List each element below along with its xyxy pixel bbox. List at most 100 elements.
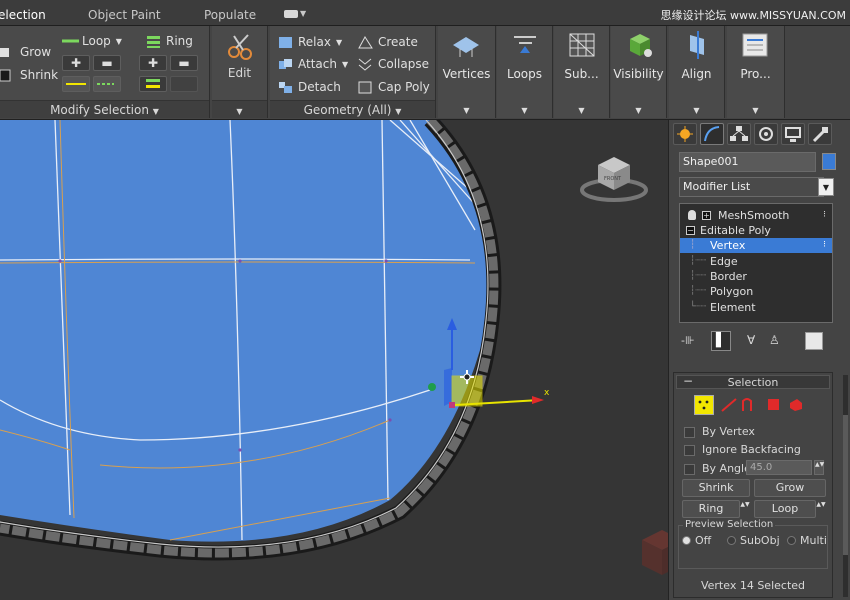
edit-footer[interactable]: ▼ — [212, 100, 267, 118]
properties-button[interactable]: Pro... ▼ — [727, 26, 785, 118]
ignore-backfacing-checkbox[interactable] — [684, 445, 695, 456]
edit-panel[interactable]: Edit ▼ — [212, 26, 268, 118]
create-tab-icon[interactable] — [673, 123, 697, 145]
expand-icon[interactable]: + — [702, 211, 711, 220]
command-panel-scrollbar[interactable] — [843, 375, 848, 597]
tab-selection[interactable]: election — [0, 8, 46, 22]
scrollbar-thumb[interactable] — [843, 415, 848, 555]
relax-button[interactable]: Relax ▼ — [278, 35, 342, 49]
stack-item-edge[interactable]: ┆┈┈ Edge — [680, 254, 832, 269]
preview-multi-radio[interactable] — [787, 536, 796, 545]
stack-item-vertex[interactable]: ┆ Vertex ⁝ — [680, 238, 832, 253]
configure-sets-icon[interactable] — [805, 332, 823, 350]
perspective-viewport[interactable]: FRONT x — [0, 120, 668, 600]
remove-modifier-icon[interactable]: ♙ — [769, 333, 780, 347]
edit-label: Edit — [227, 66, 252, 80]
modifier-list-dropdown[interactable]: Modifier List — [679, 177, 824, 197]
subdivision-button[interactable]: Sub... ▼ — [554, 26, 610, 118]
by-vertex-checkbox[interactable] — [684, 427, 695, 438]
lightbulb-icon[interactable] — [688, 210, 696, 220]
element-mode-icon[interactable] — [788, 397, 804, 413]
grow-icon — [0, 46, 15, 59]
cap-poly-button[interactable]: Cap Poly — [358, 80, 430, 94]
vertices-button[interactable]: Vertices ▼ — [438, 26, 496, 118]
preview-selection-group: Preview Selection Off SubObj Multi — [678, 519, 828, 569]
align-icon — [690, 31, 704, 59]
tab-populate[interactable]: Populate — [204, 8, 256, 22]
preview-off-radio[interactable] — [682, 536, 691, 545]
pin-stack-icon[interactable]: -⊪ — [681, 334, 701, 350]
collapse-button[interactable]: Collapse — [358, 57, 429, 71]
ring-spinner[interactable]: ▲▼ — [740, 501, 750, 517]
collapse-icon[interactable]: − — [686, 226, 695, 235]
modify-tab-icon[interactable] — [700, 123, 724, 145]
selection-rollout-header[interactable]: − Selection — [676, 374, 830, 389]
loops-button[interactable]: Loops ▼ — [497, 26, 553, 118]
display-tab-icon[interactable] — [781, 123, 805, 145]
stack-item-editable-poly[interactable]: − Editable Poly — [680, 223, 832, 238]
stack-item-polygon[interactable]: ┆┈┈ Polygon — [680, 284, 832, 299]
geometry-footer[interactable]: Geometry (All) ▼ — [270, 100, 435, 118]
tab-object-paint[interactable]: Object Paint — [88, 8, 161, 22]
ring-grow-button[interactable]: ✚ — [139, 55, 167, 71]
loop-selection-button[interactable]: Loop — [754, 500, 816, 518]
hierarchy-tab-icon[interactable] — [727, 123, 751, 145]
shrink-icon — [0, 69, 15, 82]
grow-selection-button[interactable]: Grow — [754, 479, 826, 497]
loop-dropdown-icon[interactable]: ▼ — [116, 37, 122, 46]
loop-grow-button[interactable]: ✚ — [62, 55, 90, 71]
viewport-canvas[interactable]: FRONT x — [0, 120, 668, 600]
chevron-down-icon[interactable]: ▼ — [300, 9, 306, 18]
edge-mode-icon[interactable] — [720, 397, 738, 413]
ring-button[interactable]: Ring — [146, 34, 193, 48]
stack-toolbar: -⊪ ▌ ∀ ♙ — [677, 330, 841, 354]
vertex-mode-icon[interactable] — [694, 395, 714, 415]
loop-button[interactable]: Loop ▼ — [62, 34, 122, 48]
visibility-label: Visibility — [613, 67, 664, 81]
stack-item-element[interactable]: └┈┈ Element — [680, 300, 832, 315]
visibility-button[interactable]: Visibility ▼ — [611, 26, 667, 118]
create-button[interactable]: Create — [358, 35, 418, 49]
mesh-surface[interactable] — [0, 120, 494, 542]
stack-item-border[interactable]: ┆┈┈ Border — [680, 269, 832, 284]
object-name-field[interactable]: Shape001 — [679, 152, 816, 172]
relax-icon — [278, 36, 293, 49]
attach-dropdown-icon[interactable]: ▼ — [342, 60, 348, 69]
detach-button[interactable]: Detach — [278, 80, 341, 94]
utilities-tab-icon[interactable] — [808, 123, 832, 145]
ring-selection-button[interactable]: Ring — [682, 500, 740, 518]
relax-dropdown-icon[interactable]: ▼ — [336, 38, 342, 47]
chevron-down-icon[interactable]: ▼ — [818, 178, 834, 196]
loop-spinner[interactable]: ▲▼ — [816, 501, 826, 517]
attach-button[interactable]: Attach ▼ — [278, 57, 348, 71]
angle-value-field[interactable]: 45.0 — [746, 460, 812, 475]
shrink-selection-button[interactable]: Shrink — [682, 479, 750, 497]
show-end-result-icon[interactable]: ▌ — [711, 331, 731, 351]
shrink-button[interactable]: Shrink — [0, 68, 58, 82]
loop-dotted-button[interactable] — [93, 76, 121, 92]
collapse-icon — [358, 58, 373, 71]
make-unique-icon[interactable]: ∀ — [747, 333, 755, 347]
border-mode-icon[interactable] — [740, 397, 754, 413]
selected-vertex[interactable] — [449, 402, 455, 408]
cap-poly-icon — [358, 81, 373, 94]
vertices-icon — [453, 37, 479, 57]
ring-mode-button[interactable] — [139, 76, 167, 92]
loop-shrink-button[interactable]: ▬ — [93, 55, 121, 71]
by-angle-checkbox[interactable] — [684, 464, 695, 475]
polygon-mode-icon[interactable] — [768, 399, 779, 410]
ring-shrink-button[interactable]: ▬ — [170, 55, 198, 71]
align-button[interactable]: Align ▼ — [669, 26, 725, 118]
stack-item-meshsmooth[interactable]: + MeshSmooth ⁝ — [680, 208, 832, 223]
gizmo-y-handle[interactable] — [428, 383, 436, 391]
angle-spinner[interactable]: ▲▼ — [814, 460, 824, 475]
grow-button[interactable]: Grow — [0, 45, 51, 59]
ring-dotted-button[interactable] — [170, 76, 198, 92]
preview-subobj-radio[interactable] — [727, 536, 736, 545]
viewcube[interactable]: FRONT — [580, 157, 648, 202]
object-color-swatch[interactable] — [822, 153, 836, 170]
loop-mode-button[interactable] — [62, 76, 90, 92]
ribbon-options-icon[interactable] — [284, 10, 298, 18]
motion-tab-icon[interactable] — [754, 123, 778, 145]
modify-selection-footer[interactable]: Modify Selection ▼ — [0, 100, 209, 118]
